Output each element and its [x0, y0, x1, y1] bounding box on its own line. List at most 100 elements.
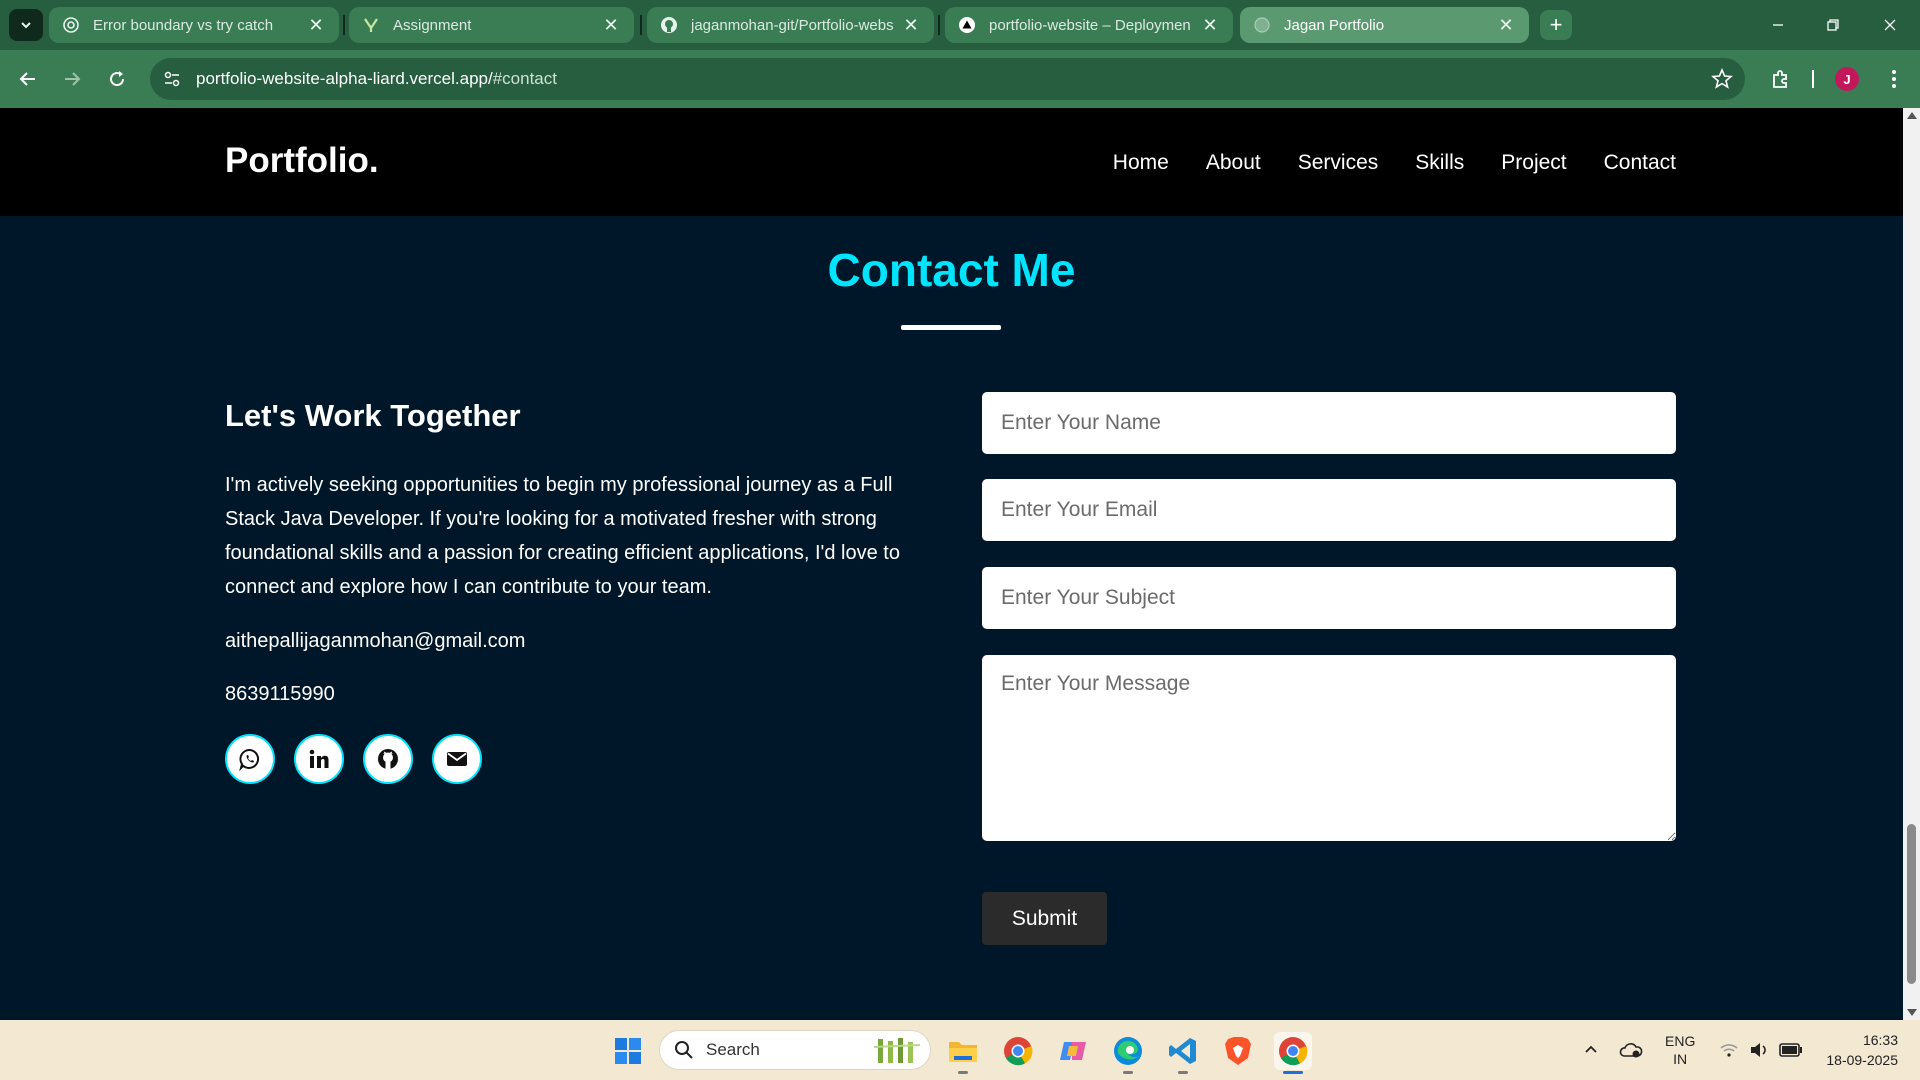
close-tab-icon[interactable]: ✕ — [305, 14, 327, 36]
taskbar-edge[interactable] — [1109, 1032, 1147, 1074]
url-text: portfolio-website-alpha-liard.vercel.app… — [196, 69, 557, 89]
battery-icon[interactable] — [1779, 1043, 1803, 1057]
taskbar-clock[interactable]: 16:33 18-09-2025 — [1818, 1030, 1898, 1070]
bookmark-star-icon[interactable] — [1711, 68, 1733, 90]
email-input[interactable] — [982, 479, 1676, 541]
linkedin-icon — [309, 749, 329, 768]
page-scrollbar[interactable] — [1903, 108, 1920, 1020]
github-link[interactable] — [363, 734, 413, 784]
back-button[interactable] — [12, 63, 44, 95]
nav-contact[interactable]: Contact — [1604, 151, 1676, 175]
profile-avatar[interactable]: J — [1835, 67, 1859, 91]
contact-heading: Let's Work Together — [225, 398, 521, 433]
name-input[interactable] — [982, 392, 1676, 454]
vscode-icon — [1169, 1038, 1196, 1064]
bamboo-widget-icon — [873, 1038, 921, 1063]
vercel-icon — [957, 15, 977, 35]
contact-phone: 8639115990 — [225, 683, 335, 705]
contact-description: I'm actively seeking opportunities to be… — [225, 474, 900, 598]
close-tab-icon[interactable]: ✕ — [600, 14, 622, 36]
chevron-up-icon[interactable] — [1583, 1042, 1599, 1058]
chevron-down-icon — [21, 22, 31, 29]
tab-separator — [343, 15, 345, 35]
close-tab-icon[interactable]: ✕ — [900, 14, 922, 36]
scroll-down-icon[interactable] — [1907, 1009, 1917, 1016]
mail-icon — [447, 752, 467, 766]
restore-button[interactable] — [1810, 8, 1856, 42]
site-info-icon[interactable] — [162, 69, 182, 89]
taskbar-search[interactable]: Search — [659, 1030, 931, 1070]
browser-tab-bar: Error boundary vs try catch ✕ Assignment… — [0, 0, 1920, 50]
site-nav: Home About Services Skills Project Conta… — [1113, 151, 1676, 175]
search-icon — [675, 1041, 693, 1059]
close-tab-icon[interactable]: ✕ — [1199, 14, 1221, 36]
taskbar-brave[interactable] — [1219, 1032, 1257, 1070]
minimize-button[interactable] — [1755, 8, 1801, 42]
nav-home[interactable]: Home — [1113, 151, 1169, 175]
more-vertical-icon — [1892, 70, 1896, 88]
volume-icon[interactable] — [1749, 1041, 1769, 1059]
scroll-up-icon[interactable] — [1907, 112, 1917, 119]
tab-error-boundary[interactable]: Error boundary vs try catch ✕ — [49, 7, 339, 43]
globe-icon — [1252, 15, 1272, 35]
restore-icon — [1827, 19, 1839, 31]
linkedin-link[interactable] — [294, 734, 344, 784]
scrollbar-thumb[interactable] — [1907, 824, 1916, 984]
running-indicator — [1178, 1071, 1188, 1074]
address-bar[interactable]: portfolio-website-alpha-liard.vercel.app… — [150, 58, 1745, 100]
tab-separator — [640, 15, 642, 35]
start-button[interactable] — [609, 1032, 647, 1070]
arrow-right-icon — [65, 72, 81, 86]
extensions-button[interactable] — [1765, 63, 1797, 95]
arrow-left-icon — [19, 72, 35, 86]
contact-info: Let's Work Together I'm actively seeking… — [225, 398, 915, 784]
whatsapp-icon — [239, 749, 259, 771]
running-indicator — [958, 1071, 968, 1074]
nav-project[interactable]: Project — [1501, 151, 1566, 175]
github-icon — [378, 749, 398, 769]
clock-date: 18-09-2025 — [1826, 1052, 1898, 1068]
taskbar-chrome[interactable] — [999, 1032, 1037, 1070]
social-links — [225, 734, 915, 784]
toolbar-divider — [1812, 70, 1814, 88]
taskbar-copilot[interactable] — [1054, 1032, 1092, 1070]
search-label: Search — [706, 1040, 760, 1059]
site-logo[interactable]: Portfolio. — [225, 141, 379, 181]
language-indicator[interactable]: ENG IN — [1665, 1032, 1695, 1068]
subject-input[interactable] — [982, 567, 1676, 629]
nav-skills[interactable]: Skills — [1415, 151, 1464, 175]
running-indicator — [1123, 1071, 1133, 1074]
whatsapp-link[interactable] — [225, 734, 275, 784]
tab-title: Jagan Portfolio — [1284, 16, 1385, 34]
new-tab-button[interactable]: + — [1540, 10, 1572, 40]
title-underline — [901, 325, 1001, 330]
taskbar-file-explorer[interactable] — [944, 1032, 982, 1074]
windows-logo-icon — [615, 1038, 641, 1064]
wifi-icon[interactable] — [1719, 1042, 1739, 1058]
submit-button[interactable]: Submit — [982, 892, 1107, 945]
taskbar-chrome-active[interactable] — [1274, 1032, 1312, 1074]
onedrive-icon[interactable] — [1619, 1041, 1643, 1059]
language-line-1: ENG — [1665, 1033, 1696, 1049]
tab-vercel-deployment[interactable]: portfolio-website – Deploymen ✕ — [945, 7, 1233, 43]
nav-services[interactable]: Services — [1298, 151, 1379, 175]
tab-github-repo[interactable]: jaganmohan-git/Portfolio-webs ✕ — [647, 7, 934, 43]
close-window-button[interactable] — [1867, 8, 1913, 42]
url-hash: #contact — [492, 69, 557, 88]
close-icon — [1884, 19, 1896, 31]
mail-link[interactable] — [432, 734, 482, 784]
browser-toolbar: portfolio-website-alpha-liard.vercel.app… — [0, 50, 1920, 108]
browser-menu-button[interactable] — [1878, 63, 1910, 95]
reload-button[interactable] — [101, 63, 133, 95]
forward-button[interactable] — [56, 63, 88, 95]
close-tab-icon[interactable]: ✕ — [1495, 14, 1517, 36]
leaf-favicon-icon — [361, 15, 381, 35]
message-textarea[interactable] — [982, 655, 1676, 841]
clock-time: 16:33 — [1862, 1032, 1898, 1048]
tab-assignment[interactable]: Assignment ✕ — [349, 7, 634, 43]
nav-about[interactable]: About — [1206, 151, 1261, 175]
taskbar-vscode[interactable] — [1164, 1032, 1202, 1074]
tab-search-button[interactable] — [9, 9, 43, 41]
tab-jagan-portfolio[interactable]: Jagan Portfolio ✕ — [1240, 7, 1529, 43]
tab-separator — [938, 15, 940, 35]
